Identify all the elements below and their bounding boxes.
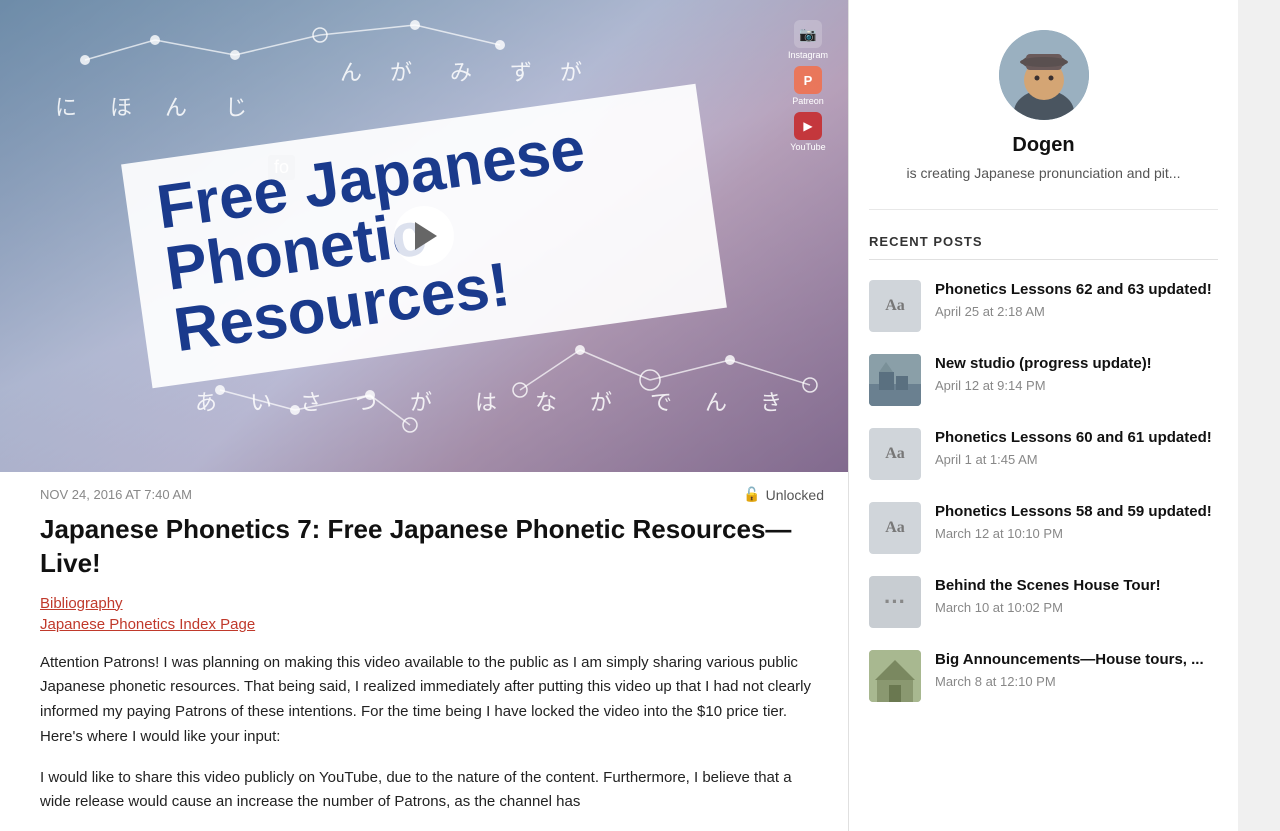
- play-button[interactable]: [394, 206, 454, 266]
- post-thumb-6: [869, 650, 921, 702]
- recent-post-date-2: April 12 at 9:14 PM: [935, 378, 1218, 393]
- recent-post-title-6: Big Announcements—House tours, ...: [935, 650, 1218, 670]
- post-thumb-4: Aa: [869, 502, 921, 554]
- instagram-icon[interactable]: 📷 Instagram: [788, 20, 828, 60]
- recent-post-title-3: Phonetics Lessons 60 and 61 updated!: [935, 428, 1218, 448]
- video-container[interactable]: に ほ ん じ ん が み ず が fo Free JapanesePhonet…: [0, 0, 848, 472]
- main-content: に ほ ん じ ん が み ず が fo Free JapanesePhonet…: [0, 0, 848, 831]
- jp-char-b10: ん: [705, 385, 727, 417]
- jp-char-b6: は: [475, 385, 497, 417]
- jp-char-3: ん: [165, 90, 187, 122]
- jp-char-b2: い: [250, 385, 272, 417]
- jp-char-4: じ: [225, 90, 247, 122]
- recent-post-title-4: Phonetics Lessons 58 and 59 updated!: [935, 502, 1218, 522]
- jp-char-6: が: [390, 55, 412, 87]
- post-date: NOV 24, 2016 AT 7:40 AM: [40, 487, 192, 502]
- recent-post-title-5: Behind the Scenes House Tour!: [935, 576, 1218, 596]
- jp-char-b4: つ: [355, 385, 377, 417]
- post-thumb-2: [869, 354, 921, 406]
- author-avatar: [999, 30, 1089, 120]
- avatar-svg: [999, 30, 1089, 120]
- play-icon: [415, 222, 437, 250]
- recent-post-title-2: New studio (progress update)!: [935, 354, 1218, 374]
- jp-char-9: が: [560, 55, 582, 87]
- recent-post-date-1: April 25 at 2:18 AM: [935, 304, 1218, 319]
- body-paragraph-2: I would like to share this video publicl…: [40, 766, 824, 816]
- jp-char-5: ん: [340, 55, 362, 87]
- youtube-icon[interactable]: ▶ YouTube: [790, 112, 825, 152]
- author-section: Dogen is creating Japanese pronunciation…: [869, 30, 1218, 210]
- post-thumb-1: Aa: [869, 280, 921, 332]
- author-name: Dogen: [1012, 134, 1074, 157]
- recent-post-date-3: April 1 at 1:45 AM: [935, 452, 1218, 467]
- jp-char-b1: あ: [195, 385, 217, 417]
- post-thumb-5: ···: [869, 576, 921, 628]
- recent-post-item-3[interactable]: Aa Phonetics Lessons 60 and 61 updated! …: [869, 428, 1218, 480]
- jp-char-b5: が: [410, 385, 432, 417]
- post-body: Attention Patrons! I was planning on mak…: [0, 633, 848, 816]
- post-thumb-3: Aa: [869, 428, 921, 480]
- recent-post-item-6[interactable]: Big Announcements—House tours, ... March…: [869, 650, 1218, 702]
- post-links: Bibliography Japanese Phonetics Index Pa…: [0, 581, 848, 633]
- jp-char-1: に: [55, 90, 77, 122]
- recent-post-date-4: March 12 at 10:10 PM: [935, 526, 1218, 541]
- bibliography-link[interactable]: Bibliography: [40, 595, 824, 612]
- recent-posts-title: RECENT POSTS: [869, 234, 1218, 260]
- jp-char-b3: さ: [300, 385, 322, 417]
- jp-char-8: ず: [510, 55, 532, 87]
- lock-open-icon: 🔓: [743, 486, 760, 503]
- patreon-icon[interactable]: P Patreon: [792, 66, 824, 106]
- recent-post-item-5[interactable]: ··· Behind the Scenes House Tour! March …: [869, 576, 1218, 628]
- recent-post-date-5: March 10 at 10:02 PM: [935, 600, 1218, 615]
- post-meta: NOV 24, 2016 AT 7:40 AM 🔓 Unlocked: [0, 472, 848, 503]
- unlocked-label: Unlocked: [766, 487, 824, 503]
- post-title: Japanese Phonetics 7: Free Japanese Phon…: [0, 503, 848, 581]
- jp-char-2: ほ: [110, 90, 132, 122]
- recent-post-item-1[interactable]: Aa Phonetics Lessons 62 and 63 updated! …: [869, 280, 1218, 332]
- recent-post-date-6: March 8 at 12:10 PM: [935, 674, 1218, 689]
- jp-char-b11: き: [760, 385, 782, 417]
- unlocked-badge: 🔓 Unlocked: [743, 486, 824, 503]
- recent-post-item-2[interactable]: New studio (progress update)! April 12 a…: [869, 354, 1218, 406]
- jp-char-7: み: [450, 55, 472, 87]
- jp-char-b7: な: [535, 385, 557, 417]
- jp-char-b8: が: [590, 385, 612, 417]
- recent-posts-section: RECENT POSTS Aa Phonetics Lessons 62 and…: [869, 234, 1218, 702]
- social-icons: 📷 Instagram P Patreon ▶ YouTube: [788, 20, 828, 152]
- body-paragraph-1: Attention Patrons! I was planning on mak…: [40, 651, 824, 750]
- author-description: is creating Japanese pronunciation and p…: [907, 165, 1181, 181]
- jp-char-b9: で: [650, 385, 672, 417]
- index-page-link[interactable]: Japanese Phonetics Index Page: [40, 616, 824, 633]
- recent-post-title-1: Phonetics Lessons 62 and 63 updated!: [935, 280, 1218, 300]
- recent-post-item-4[interactable]: Aa Phonetics Lessons 58 and 59 updated! …: [869, 502, 1218, 554]
- sidebar: Dogen is creating Japanese pronunciation…: [848, 0, 1238, 831]
